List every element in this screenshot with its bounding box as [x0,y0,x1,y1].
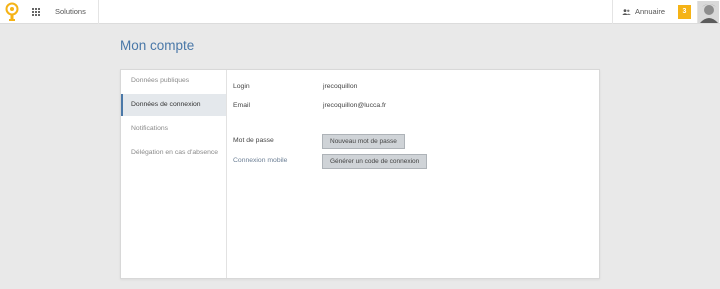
solutions-menu[interactable]: Solutions [46,0,99,24]
notification-badge[interactable]: 3 [678,5,691,19]
sidebar-item-absence-delegation[interactable]: Délégation en cas d'absence [121,142,226,164]
apps-grid-icon[interactable] [26,0,46,24]
top-navigation-bar: Solutions Annuaire 3 [0,0,720,24]
directory-label: Annuaire [635,7,666,16]
directory-link[interactable]: Annuaire [612,0,674,24]
people-icon [622,9,631,15]
new-password-button[interactable]: Nouveau mot de passe [322,134,405,149]
sidebar-item-notifications[interactable]: Notifications [121,118,226,140]
sidebar-item-public-data[interactable]: Données publiques [121,70,226,92]
mobile-connection-label: Connexion mobile [233,157,288,164]
page-title: Mon compte [120,38,195,53]
email-label: Email [233,102,250,109]
email-value: jrecoquillon@lucca.fr [323,102,387,109]
account-sidebar: Données publiques Données de connexion N… [121,70,227,278]
login-value: jrecoquillon [323,83,358,90]
generate-code-button[interactable]: Générer un code de connexion [322,154,428,169]
sidebar-item-connection-data[interactable]: Données de connexion [121,94,226,116]
connection-details: Login jrecoquillon Email jrecoquillon@lu… [228,70,599,278]
lucca-logo-icon[interactable] [5,2,19,22]
password-label: Mot de passe [233,137,274,144]
login-label: Login [233,83,250,90]
user-avatar[interactable] [697,1,719,23]
account-card: Données publiques Données de connexion N… [120,69,600,279]
